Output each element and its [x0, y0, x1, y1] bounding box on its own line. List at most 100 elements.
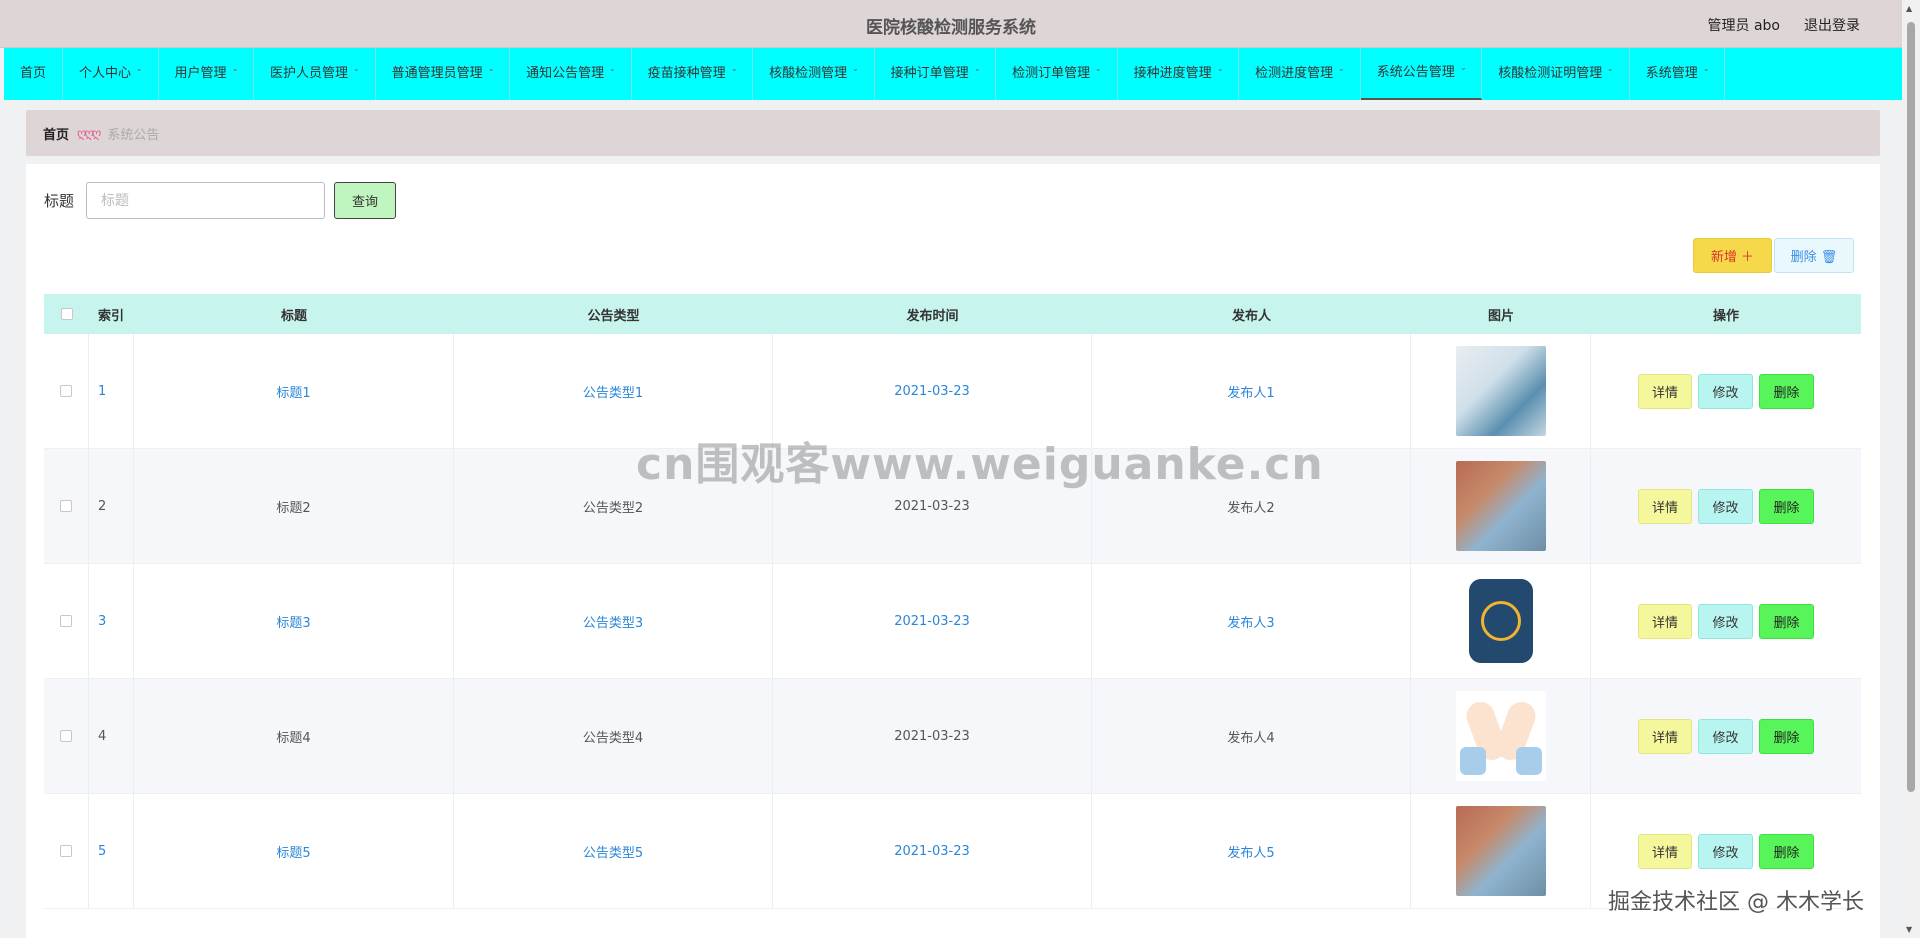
cell-image — [1411, 794, 1591, 908]
cell-index-text: 4 — [98, 728, 107, 744]
cell-ops: 详情 修改 删除 — [1591, 334, 1861, 448]
cell-publisher: 发布人3 — [1092, 564, 1411, 678]
row-delete-button[interactable]: 删除 — [1759, 488, 1814, 524]
row-delete-button[interactable]: 删除 — [1759, 718, 1814, 754]
cell-publisher-text[interactable]: 发布人5 — [1227, 842, 1274, 861]
chevron-down-icon: ˅ — [609, 69, 616, 79]
header-time: 发布时间 — [906, 308, 959, 324]
cell-publisher-text[interactable]: 发布人3 — [1227, 612, 1274, 631]
row-select-cell — [44, 449, 89, 563]
vertical-scrollbar[interactable]: ▲ ▼ — [1902, 0, 1920, 938]
nav-item-2[interactable]: 用户管理 ˅ — [159, 48, 255, 100]
row-checkbox[interactable] — [60, 500, 72, 512]
logout-link[interactable]: 退出登录 — [1804, 15, 1860, 35]
nav-item-label: 疫苗接种管理 — [647, 66, 726, 81]
detail-button[interactable]: 详情 — [1638, 603, 1692, 639]
nav-item-13[interactable]: 核酸检测证明管理 ˅ — [1482, 48, 1630, 100]
nav-item-9[interactable]: 检测订单管理 ˅ — [996, 48, 1118, 100]
cell-publisher-text: 发布人2 — [1227, 500, 1275, 516]
cell-time: 2021-03-23 — [773, 794, 1092, 908]
chevron-down-icon: ˅ — [231, 69, 238, 79]
cell-type: 公告类型2 — [454, 449, 773, 563]
cell-type: 公告类型3 — [454, 564, 773, 678]
cell-publisher: 发布人1 — [1092, 334, 1411, 448]
nav-item-10[interactable]: 接种进度管理 ˅ — [1118, 48, 1240, 100]
edit-button[interactable]: 修改 — [1698, 833, 1753, 869]
batch-delete-button[interactable]: 删除 🗑 — [1774, 238, 1854, 273]
nav-item-1[interactable]: 个人中心 ˅ — [63, 48, 159, 100]
chevron-down-icon: ˅ — [487, 69, 494, 79]
nav-item-11[interactable]: 检测进度管理 ˅ — [1239, 48, 1361, 100]
edit-button[interactable]: 修改 — [1698, 718, 1753, 754]
breadcrumb-home[interactable]: 首页 — [43, 124, 69, 143]
nav-item-3[interactable]: 医护人员管理 ˅ — [254, 48, 376, 100]
cell-time-text[interactable]: 2021-03-23 — [894, 844, 970, 859]
cell-type-text: 公告类型4 — [582, 730, 644, 746]
row-checkbox[interactable] — [60, 730, 72, 742]
row-checkbox[interactable] — [60, 385, 72, 397]
row-delete-button[interactable]: 删除 — [1759, 603, 1814, 639]
row-delete-button[interactable]: 删除 — [1759, 373, 1814, 409]
nav-item-label: 普通管理员管理 — [391, 66, 483, 81]
cell-type-text[interactable]: 公告类型1 — [583, 382, 643, 401]
cell-title: 标题2 — [134, 449, 454, 563]
table-header: 索引 标题 公告类型 发布时间 发布人 图片 操作 — [44, 294, 1861, 334]
cell-publisher-text[interactable]: 发布人1 — [1227, 382, 1274, 401]
nav-item-12[interactable]: 系统公告管理 ˅ — [1360, 48, 1483, 100]
nav-item-label: 检测订单管理 — [1012, 66, 1091, 81]
scrollbar-thumb[interactable] — [1907, 22, 1915, 792]
row-delete-button[interactable]: 删除 — [1759, 833, 1814, 869]
cell-publisher: 发布人2 — [1092, 449, 1411, 563]
chevron-down-icon: ˅ — [1338, 69, 1345, 79]
search-title-input[interactable] — [86, 182, 326, 219]
cell-title-text[interactable]: 标题3 — [276, 612, 310, 631]
detail-button[interactable]: 详情 — [1638, 373, 1692, 409]
cell-type: 公告类型5 — [454, 794, 773, 908]
row-checkbox[interactable] — [60, 845, 72, 857]
current-user-label: 管理员 abo — [1707, 18, 1780, 34]
row-checkbox[interactable] — [60, 615, 72, 627]
scroll-down-icon[interactable]: ▼ — [1906, 925, 1912, 934]
scroll-up-icon[interactable]: ▲ — [1906, 4, 1912, 13]
select-all-checkbox[interactable] — [60, 308, 73, 320]
nav-item-0[interactable]: 首页 — [4, 48, 64, 100]
query-button[interactable]: 查询 — [334, 182, 397, 219]
edit-button[interactable]: 修改 — [1698, 488, 1753, 524]
nav-item-7[interactable]: 核酸检测管理 ˅ — [753, 48, 875, 100]
header-index: 索引 — [98, 308, 125, 324]
announcement-table: 索引 标题 公告类型 发布时间 发布人 图片 操作 1 标题1 公告类型1 2021-… — [44, 294, 1861, 909]
cell-time-text[interactable]: 2021-03-23 — [894, 384, 970, 399]
nav-item-label: 检测进度管理 — [1255, 66, 1334, 81]
edit-button[interactable]: 修改 — [1698, 373, 1753, 409]
header-publisher: 发布人 — [1231, 308, 1271, 324]
nav-item-8[interactable]: 接种订单管理 ˅ — [875, 48, 997, 100]
cell-ops: 详情 修改 删除 — [1591, 564, 1861, 678]
chevron-down-icon: ˅ — [852, 69, 859, 79]
detail-button[interactable]: 详情 — [1638, 488, 1692, 524]
nav-item-5[interactable]: 通知公告管理 ˅ — [510, 48, 632, 100]
cell-title-text[interactable]: 标题5 — [276, 842, 310, 861]
nav-item-14[interactable]: 系统管理 ˅ — [1630, 48, 1726, 100]
chevron-down-icon: ˅ — [1459, 68, 1467, 78]
edit-button[interactable]: 修改 — [1698, 603, 1753, 639]
nav-item-6[interactable]: 疫苗接种管理 ˅ — [632, 48, 754, 100]
nav-item-label: 系统管理 — [1645, 66, 1698, 81]
nav-item-label: 首页 — [20, 66, 47, 81]
cell-image — [1411, 449, 1591, 563]
cell-type-text[interactable]: 公告类型3 — [583, 612, 643, 631]
table-row: 3 标题3 公告类型3 2021-03-23 发布人3 详情 修改 删除 — [44, 564, 1861, 679]
nav-item-4[interactable]: 普通管理员管理 ˅ — [376, 48, 511, 100]
detail-button[interactable]: 详情 — [1638, 718, 1692, 754]
cell-title: 标题3 — [134, 564, 454, 678]
search-form: 标题 查询 — [44, 182, 397, 219]
heart-hands-image — [1455, 691, 1546, 781]
header-title: 标题 — [280, 308, 307, 324]
cell-title-text[interactable]: 标题1 — [276, 382, 310, 401]
detail-button[interactable]: 详情 — [1638, 833, 1692, 869]
nav-item-label: 核酸检测管理 — [769, 66, 848, 81]
cell-time: 2021-03-23 — [773, 679, 1092, 793]
app-icon-image — [1468, 579, 1533, 663]
cell-type-text[interactable]: 公告类型5 — [583, 842, 643, 861]
add-button[interactable]: 新增 ＋ — [1693, 238, 1772, 273]
cell-time-text[interactable]: 2021-03-23 — [894, 614, 970, 629]
